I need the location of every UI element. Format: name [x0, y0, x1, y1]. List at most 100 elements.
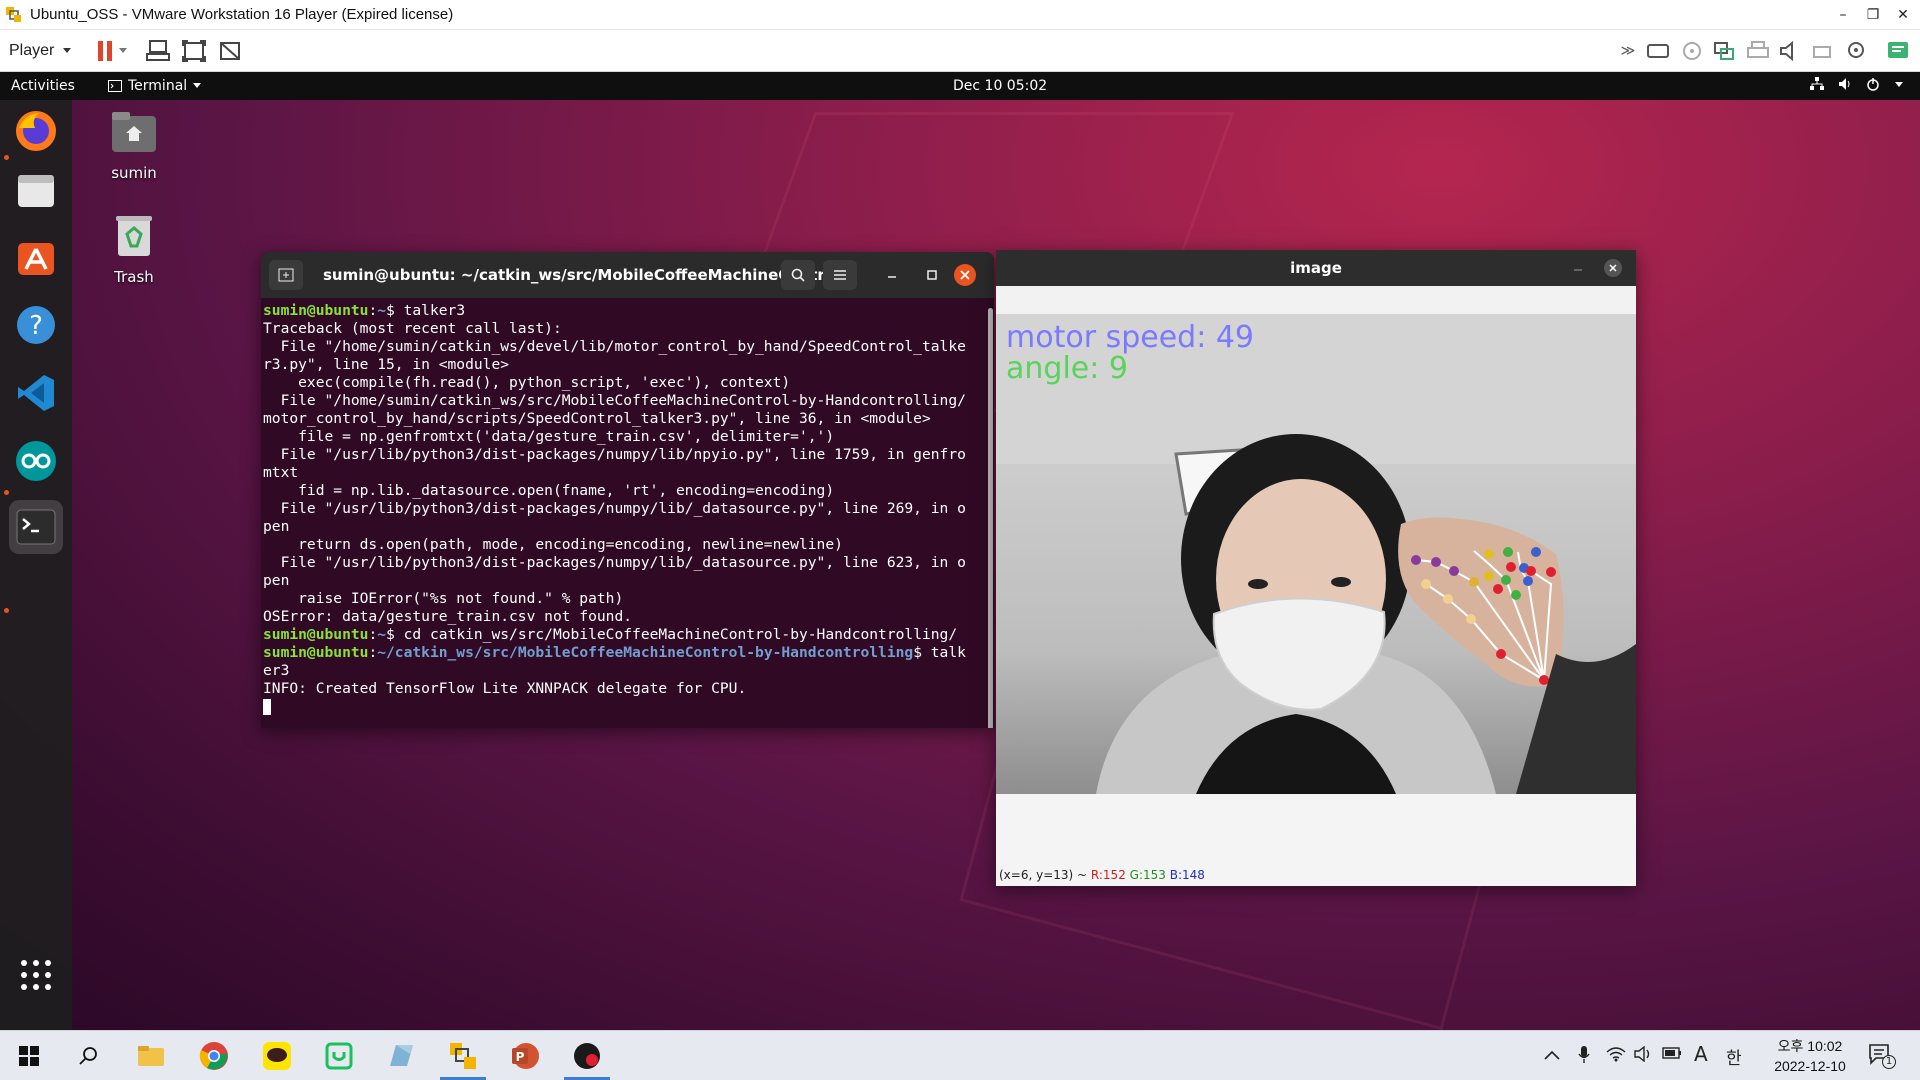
terminal-search-button[interactable]	[781, 260, 815, 290]
hard-disk-icon	[1647, 44, 1669, 58]
show-hidden-icons-button[interactable]	[1544, 1046, 1560, 1064]
prompt-separator: :	[368, 644, 378, 661]
dock-help[interactable]: ?	[9, 298, 63, 352]
output-text: Traceback (most recent call last):	[263, 320, 562, 337]
terminal-line: file = np.genfromtxt('data/gesture_train…	[263, 428, 986, 446]
player-menu-label: Player	[9, 41, 55, 59]
vscode-icon	[18, 375, 54, 411]
taskbar-app-green[interactable]	[314, 1035, 364, 1077]
search-icon	[791, 268, 805, 282]
message-log-button[interactable]	[1884, 37, 1912, 65]
taskbar-powerpoint[interactable]: P	[500, 1035, 550, 1077]
new-tab-button[interactable]	[269, 260, 303, 290]
microphone-icon	[1578, 1046, 1590, 1063]
printer-icon	[1747, 41, 1769, 58]
terminal-maximize-button[interactable]	[915, 260, 949, 290]
system-menu[interactable]	[1810, 77, 1904, 91]
terminal-cursor-line	[263, 698, 986, 716]
topbar-clock[interactable]: Dec 10 05:02	[953, 78, 1047, 94]
dock-arduino[interactable]	[9, 434, 63, 488]
pixel-r-value: R:152	[1090, 868, 1126, 882]
search-button[interactable]	[64, 1035, 114, 1077]
image-window[interactable]: image motor speed: 49 angle: 9 (x=6, y=1…	[996, 250, 1636, 886]
terminal-line: INFO: Created TensorFlow Lite XNNPACK de…	[263, 680, 986, 698]
terminal-close-button[interactable]	[954, 264, 976, 286]
camera-device-button[interactable]	[1842, 37, 1870, 65]
taskbar-recording-app[interactable]	[562, 1035, 612, 1080]
taskbar-notes-app[interactable]	[376, 1035, 426, 1077]
camera-feed[interactable]: motor speed: 49 angle: 9	[996, 314, 1636, 794]
taskbar-kakaotalk[interactable]	[252, 1035, 302, 1077]
running-indicator	[4, 490, 9, 495]
desktop-icon-trash[interactable]: Trash	[89, 212, 179, 286]
taskbar-clock[interactable]: 오후 10:02 2022-12-10	[1770, 1036, 1850, 1076]
send-ctrl-alt-del-button[interactable]	[144, 37, 172, 65]
image-window-close-button[interactable]	[1604, 259, 1622, 277]
dock-files[interactable]	[9, 164, 63, 218]
volume-button[interactable]	[1634, 1045, 1652, 1066]
wifi-button[interactable]	[1606, 1046, 1626, 1066]
recording-app-icon	[574, 1043, 600, 1069]
show-applications-button[interactable]	[9, 948, 63, 1002]
cd-icon	[1683, 42, 1701, 60]
terminal-scrollbar[interactable]	[988, 308, 993, 728]
pause-dropdown-button[interactable]	[116, 37, 130, 65]
terminal-headerbar[interactable]: sumin@ubuntu: ~/catkin_ws/src/MobileCoff…	[261, 252, 994, 298]
minimize-icon[interactable]	[1572, 262, 1584, 274]
ubuntu-dock: ?	[0, 100, 72, 1030]
output-text: pen	[263, 518, 290, 535]
cd-device-button[interactable]	[1678, 37, 1706, 65]
microphone-button[interactable]	[1578, 1046, 1590, 1068]
terminal-window[interactable]: sumin@ubuntu: ~/catkin_ws/src/MobileCoff…	[261, 252, 994, 728]
ime-mode-indicator[interactable]: A	[1694, 1042, 1708, 1066]
output-text: fid = np.lib._datasource.open(fname, 'rt…	[263, 482, 835, 499]
dock-vscode[interactable]	[9, 366, 63, 420]
ubuntu-topbar: Activities Terminal Dec 10 05:02	[0, 72, 1920, 100]
prompt-command: $ talk	[913, 644, 966, 661]
start-button[interactable]	[4, 1035, 54, 1077]
folder-icon	[138, 1046, 164, 1066]
firefox-icon	[16, 111, 56, 151]
taskbar-file-explorer[interactable]	[126, 1035, 176, 1077]
more-devices-button[interactable]: ≫	[1614, 37, 1642, 65]
unity-icon	[220, 42, 240, 60]
image-statusbar: (x=6, y=13) ~ R:152 G:153 B:148	[996, 864, 1636, 886]
activities-button[interactable]: Activities	[11, 78, 75, 94]
terminal-output[interactable]: sumin@ubuntu:~$ talker3 Traceback (most r…	[261, 298, 988, 728]
network-device-button[interactable]	[1710, 37, 1738, 65]
close-button[interactable]: ✕	[1884, 0, 1920, 30]
terminal-line: exec(compile(fh.read(), python_script, '…	[263, 374, 986, 392]
battery-button[interactable]	[1662, 1046, 1682, 1064]
output-text: File "/home/sumin/catkin_ws/devel/lib/mo…	[263, 338, 966, 355]
usb-icon	[1813, 46, 1831, 58]
taskbar-vmware-player[interactable]	[438, 1035, 488, 1080]
image-window-titlebar[interactable]: image	[996, 250, 1636, 286]
software-icon	[18, 243, 54, 275]
ime-korean-indicator[interactable]: 한	[1726, 1044, 1742, 1069]
hdd-device-button[interactable]	[1644, 37, 1672, 65]
output-text: File "/home/sumin/catkin_ws/src/MobileCo…	[263, 392, 966, 409]
dock-software[interactable]	[9, 230, 63, 284]
prompt-user: sumin@ubuntu	[263, 626, 369, 643]
usb-device-button[interactable]	[1808, 37, 1836, 65]
dock-firefox[interactable]	[9, 104, 63, 158]
desktop-icon-label: sumin	[111, 164, 157, 182]
app-menu-terminal[interactable]: Terminal	[108, 78, 202, 94]
terminal-minimize-button[interactable]	[875, 260, 909, 290]
desktop-icon-home[interactable]: sumin	[89, 108, 179, 182]
taskbar-chrome[interactable]	[189, 1035, 239, 1077]
terminal-menu-button[interactable]	[823, 260, 857, 290]
dock-terminal[interactable]	[9, 500, 63, 554]
network-adapter-icon	[1714, 42, 1734, 60]
vmware-toolbar: Player ≫	[0, 30, 1920, 72]
unity-mode-button[interactable]	[216, 37, 244, 65]
sound-device-button[interactable]	[1776, 37, 1804, 65]
output-text: exec(compile(fh.read(), python_script, '…	[263, 374, 791, 391]
terminal-line: Traceback (most recent call last):	[263, 320, 986, 338]
printer-device-button[interactable]	[1744, 37, 1772, 65]
prompt-separator: :	[368, 626, 378, 643]
fit-guest-button[interactable]	[180, 37, 208, 65]
player-menu-button[interactable]: Player	[9, 42, 72, 60]
volume-icon	[1634, 1045, 1650, 1063]
notification-center-button[interactable]: 1	[1868, 1043, 1896, 1069]
